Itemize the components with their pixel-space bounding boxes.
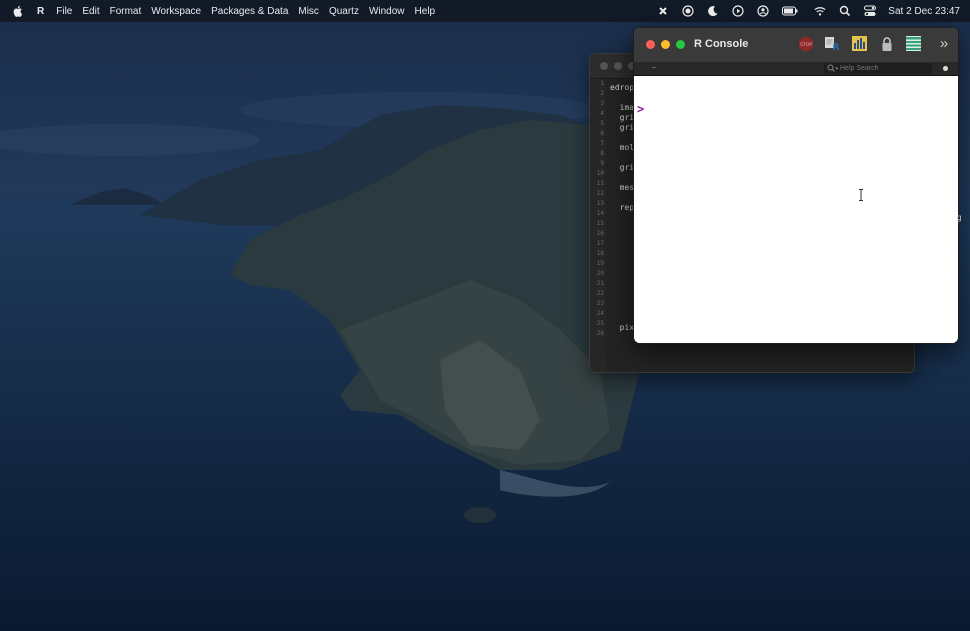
toolbar-more-icon[interactable]: » [938,35,950,52]
offscreen-window-text: g [957,213,962,222]
console-title: R Console [694,38,749,50]
menu-help[interactable]: Help [415,6,436,17]
search-icon [827,64,838,72]
menu-bar: R File Edit Format Workspace Packages & … [0,0,970,22]
console-zoom-button[interactable] [676,40,685,49]
menu-workspace[interactable]: Workspace [151,6,201,17]
line-number: 16 [596,230,604,237]
workspace-list-icon[interactable] [905,35,922,52]
line-number: 25 [596,320,604,327]
line-number: 1 [600,80,604,87]
console-minimize-button[interactable] [661,40,670,49]
wifi-icon[interactable] [814,5,826,17]
line-number: 6 [600,130,604,137]
play-icon[interactable] [732,5,744,17]
app-menu-r[interactable]: R [37,6,44,17]
control-center-icon[interactable] [864,5,877,17]
search-icon[interactable] [839,5,851,17]
console-pathbar: ~ Help Search [634,62,958,76]
line-number: 19 [596,260,604,267]
menubar-clock[interactable]: Sat 2 Dec 23:47 [888,6,960,17]
help-search-placeholder: Help Search [840,65,879,72]
line-number: 4 [600,110,604,117]
menu-quartz[interactable]: Quartz [329,6,359,17]
console-toolbar: STOP R » [797,35,950,52]
console-output[interactable]: > [634,76,958,343]
source-script-icon[interactable]: R [824,35,841,52]
line-number: 7 [600,140,604,147]
close-x-icon[interactable] [657,5,669,17]
lock-icon[interactable] [878,35,895,52]
line-number: 5 [600,120,604,127]
editor-window-controls [600,62,636,70]
line-number: 8 [600,150,604,157]
console-titlebar[interactable]: R Console STOP R » [634,28,958,62]
line-number: 21 [596,280,604,287]
quartz-chart-icon[interactable] [851,35,868,52]
menu-format[interactable]: Format [110,6,142,17]
menu-edit[interactable]: Edit [82,6,99,17]
apple-icon[interactable] [11,4,25,18]
line-number: 20 [596,270,604,277]
line-number: 18 [596,250,604,257]
moon-icon[interactable] [707,5,719,17]
help-search-field[interactable]: Help Search [824,63,932,74]
line-number: 2 [600,90,604,97]
menu-window[interactable]: Window [369,6,405,17]
line-number: 11 [596,180,604,187]
record-icon[interactable] [682,5,694,17]
line-number: 13 [596,200,604,207]
text-cursor-icon [858,189,864,204]
editor-close-button[interactable] [600,62,608,70]
battery-icon[interactable] [782,5,798,17]
line-number: 10 [596,170,604,177]
menu-packages-data[interactable]: Packages & Data [211,6,288,17]
working-directory[interactable]: ~ [652,62,656,75]
line-number: 14 [596,210,604,217]
user-icon[interactable] [757,5,769,17]
line-number: 9 [600,160,604,167]
line-number: 12 [596,190,604,197]
line-number: 22 [596,290,604,297]
line-number: 23 [596,300,604,307]
editor-minimize-button[interactable] [614,62,622,70]
console-prompt: > [637,102,645,116]
line-number: 24 [596,310,604,317]
svg-text:STOP: STOP [800,42,812,48]
svg-text:R: R [833,43,840,52]
status-dot [943,66,948,71]
r-console-window[interactable]: R Console STOP R » ~ Help Search > [633,27,959,344]
console-close-button[interactable] [646,40,655,49]
menu-misc[interactable]: Misc [298,6,319,17]
line-number-gutter: 1 2 3 4 5 6 7 8 9 10 11 12 13 14 15 16 17 18 19 20 21 22 23 24 2… [590,79,606,372]
menu-file[interactable]: File [56,6,72,17]
console-window-controls [646,40,685,49]
line-number: 15 [596,220,604,227]
stop-icon[interactable]: STOP [797,35,814,52]
line-number: 3 [600,100,604,107]
line-number: 17 [596,240,604,247]
line-number: 26 [596,330,604,337]
